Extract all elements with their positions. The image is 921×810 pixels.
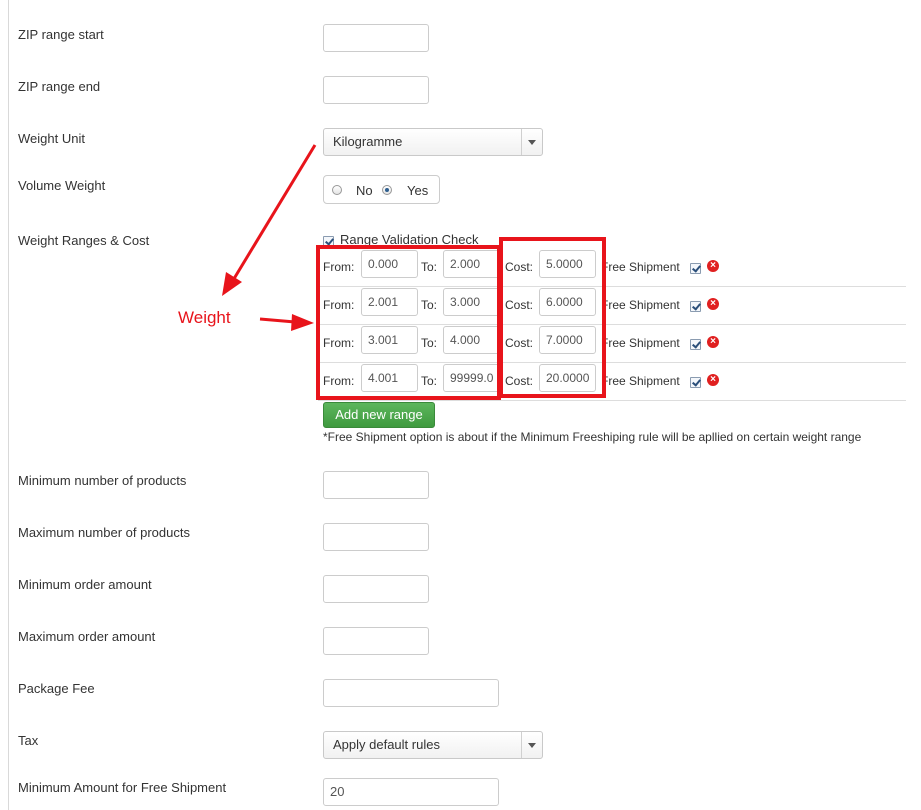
min-order-input[interactable] xyxy=(323,575,429,603)
min-free-shipment-input[interactable]: 20 xyxy=(323,778,499,806)
max-products-input[interactable] xyxy=(323,523,429,551)
tax-value: Apply default rules xyxy=(333,737,440,752)
shipment-config-form: ZIP range start ZIP range end Weight Uni… xyxy=(0,0,921,810)
max-order-input[interactable] xyxy=(323,627,429,655)
add-new-range-button[interactable]: Add new range xyxy=(323,402,435,428)
max-products-label: Maximum number of products xyxy=(18,525,190,540)
min-free-shipment-label: Minimum Amount for Free Shipment xyxy=(18,780,227,795)
package-fee-label: Package Fee xyxy=(18,681,95,696)
tax-label: Tax xyxy=(18,733,39,748)
min-products-label: Minimum number of products xyxy=(18,473,187,488)
tax-select[interactable]: Apply default rules xyxy=(323,731,543,759)
min-products-input[interactable] xyxy=(323,471,429,499)
chevron-down-icon xyxy=(521,732,542,758)
weight-annotation-label: Weight xyxy=(178,308,231,327)
arrow-to-weight-unit xyxy=(222,144,317,296)
min-order-label: Minimum order amount xyxy=(18,577,152,592)
arrow-to-weight-ranges xyxy=(259,314,314,331)
package-fee-input[interactable] xyxy=(323,679,499,707)
max-order-label: Maximum order amount xyxy=(18,629,156,644)
free-shipment-note: *Free Shipment option is about if the Mi… xyxy=(323,430,862,444)
